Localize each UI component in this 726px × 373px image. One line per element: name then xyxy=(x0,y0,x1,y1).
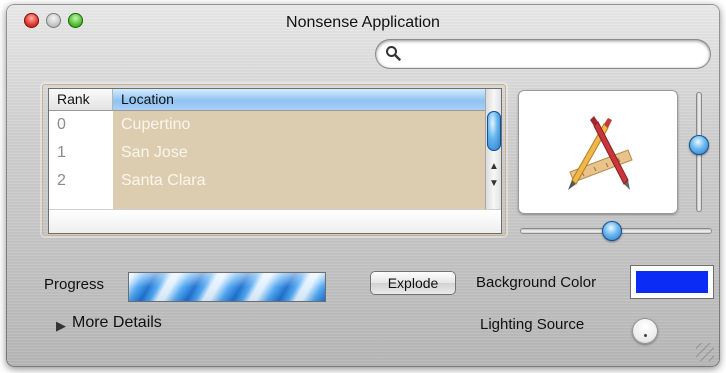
table-row[interactable]: 0 Cupertino xyxy=(49,111,485,139)
table-vertical-scrollbar[interactable]: ▲ ▼ xyxy=(485,89,501,209)
progress-bar xyxy=(128,272,326,302)
column-header-rank[interactable]: Rank xyxy=(49,89,113,110)
column-header-location[interactable]: Location xyxy=(113,89,485,110)
explode-button[interactable]: Explode xyxy=(370,271,456,295)
table-row-partial[interactable] xyxy=(49,195,485,209)
rank-cell: 1 xyxy=(49,139,113,167)
app-store-pencil-ruler-icon xyxy=(568,116,633,190)
window-title: Nonsense Application xyxy=(286,14,440,31)
table-row[interactable]: 1 San Jose xyxy=(49,139,485,167)
lighting-source-label: Lighting Source xyxy=(480,316,585,333)
horizontal-slider-knob[interactable] xyxy=(602,221,622,241)
disclosure-triangle-icon[interactable]: ▶ xyxy=(56,318,66,334)
background-color-label: Background Color xyxy=(476,274,597,291)
location-cell: Santa Clara xyxy=(113,167,485,195)
rank-cell: 0 xyxy=(49,111,113,139)
table-row[interactable]: 2 Santa Clara xyxy=(49,167,485,195)
rank-cell xyxy=(49,195,113,209)
location-cell xyxy=(113,195,485,209)
lighting-source-knob[interactable] xyxy=(632,318,658,344)
table-header: Rank Location xyxy=(49,89,485,111)
knob-indicator xyxy=(644,334,647,337)
location-cell: Cupertino xyxy=(113,111,485,139)
background-color-well[interactable] xyxy=(630,265,714,299)
table-body: 0 Cupertino 1 San Jose 2 Santa Clara xyxy=(49,111,485,209)
search-input[interactable] xyxy=(404,44,698,66)
resize-grip[interactable] xyxy=(696,343,714,361)
scroll-down-arrow-icon[interactable]: ▼ xyxy=(489,178,499,189)
more-details-label[interactable]: More Details xyxy=(72,314,162,332)
search-field[interactable] xyxy=(376,40,710,68)
table-bottom-area xyxy=(49,209,501,233)
scroll-up-arrow-icon[interactable]: ▲ xyxy=(489,161,499,172)
title-bar: Nonsense Application xyxy=(6,4,720,42)
color-swatch xyxy=(636,271,708,293)
scrollbar-thumb[interactable] xyxy=(487,111,501,151)
locations-table[interactable]: Rank Location 0 Cupertino 1 San Jose 2 S… xyxy=(48,88,502,234)
location-cell: San Jose xyxy=(113,139,485,167)
rank-cell: 2 xyxy=(49,167,113,195)
image-well[interactable] xyxy=(518,90,678,214)
search-icon xyxy=(386,46,401,61)
vertical-slider-knob[interactable] xyxy=(689,135,709,155)
progress-label: Progress xyxy=(44,276,105,293)
app-window: Nonsense Application Rank Location 0 Cup… xyxy=(6,4,720,367)
